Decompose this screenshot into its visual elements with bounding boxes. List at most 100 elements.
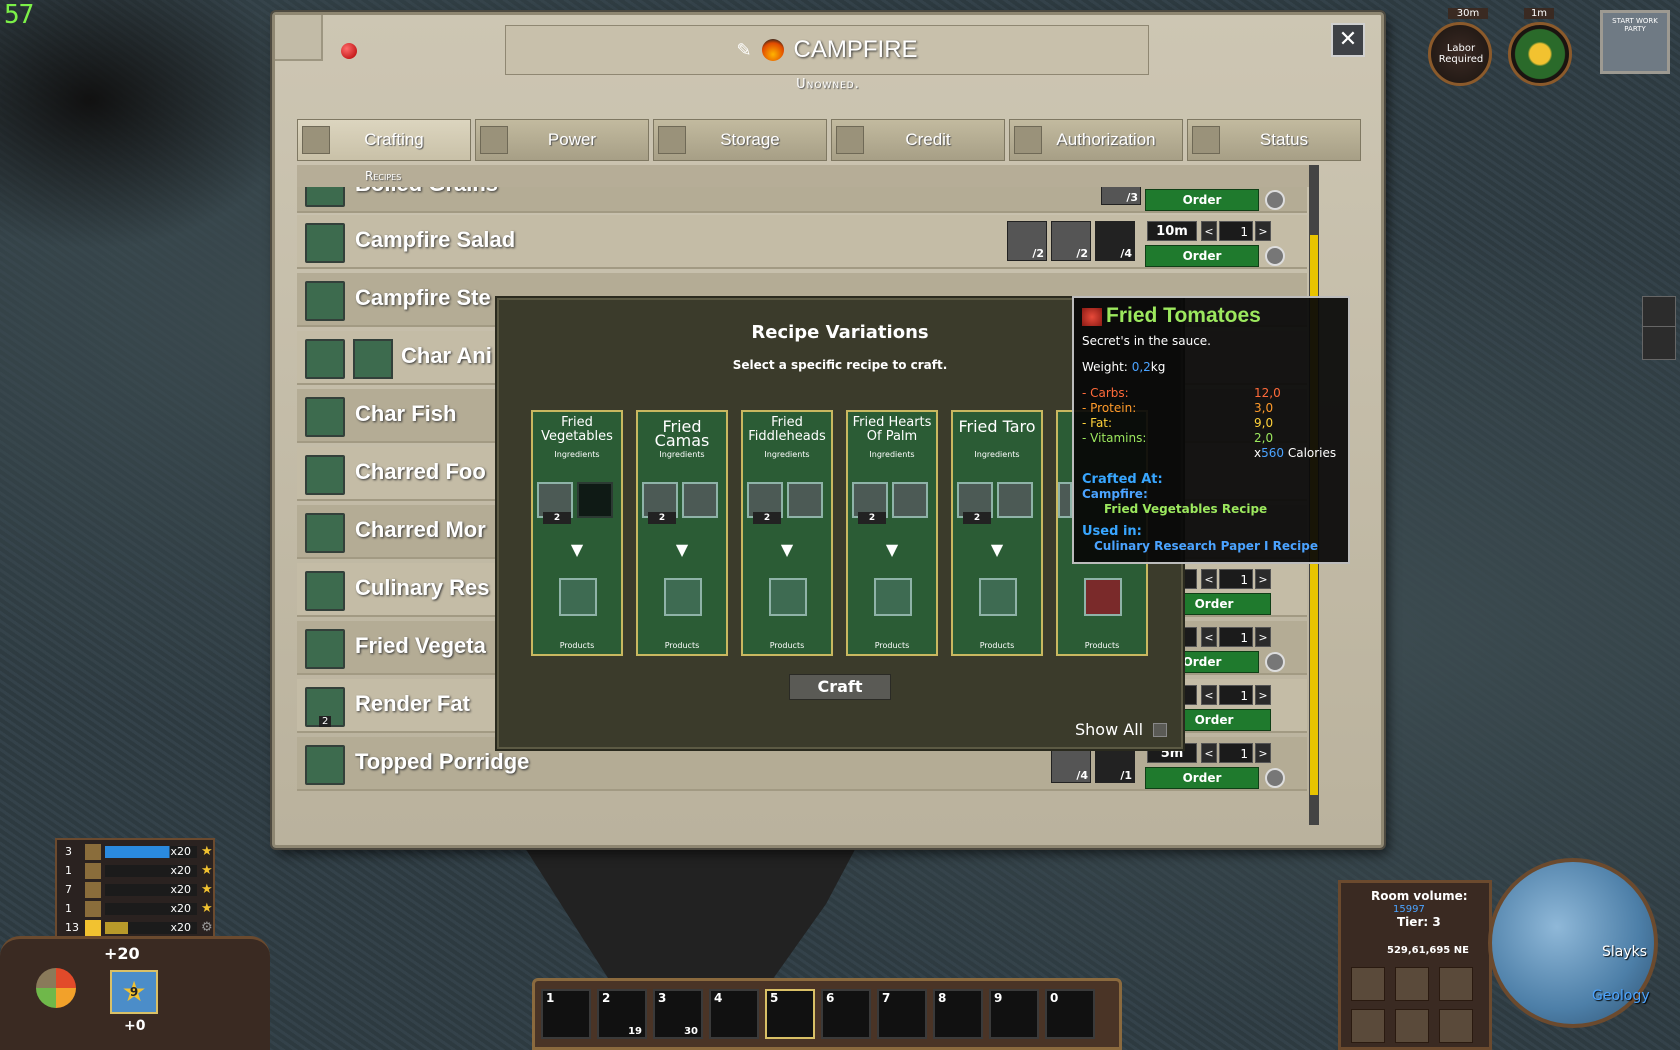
ingredient-slot[interactable] [577,482,613,518]
increase-button[interactable]: > [1255,221,1271,241]
quantity-field[interactable]: 1 [1219,221,1253,241]
increase-button[interactable]: > [1255,685,1271,705]
calories-row: x560 Calories [1254,446,1337,460]
skill-row[interactable]: 7 x20 ★ [61,882,213,898]
crafted-recipe[interactable]: Fried Vegetables Recipe [1104,502,1267,516]
quantity-field[interactable]: 1 [1219,743,1253,763]
hotbar-slot-gear[interactable]: 4 [709,989,759,1039]
crafted-station[interactable]: Campfire: [1082,487,1148,501]
hotbar-slot-figure[interactable]: 9 [989,989,1039,1039]
ingredient-count: 2 [753,512,781,524]
gear-icon[interactable] [1265,768,1285,788]
window-title: CAMPFIRE [793,36,918,63]
used-in-item[interactable]: Culinary Research Paper I Recipe [1094,539,1318,553]
law-icon[interactable] [1351,967,1385,1001]
decrease-button[interactable]: < [1201,627,1217,647]
gear-icon[interactable] [1265,246,1285,266]
people-icon[interactable] [1439,967,1473,1001]
craft-button[interactable]: Craft [789,674,891,700]
ingredient-slot[interactable]: /2 [1051,221,1091,261]
increase-button[interactable]: > [1255,627,1271,647]
culinary-icon[interactable] [1508,22,1572,86]
variation-card[interactable]: Fried Camas Ingredients 2 ▼ Products [636,410,728,656]
tab-crafting[interactable]: Crafting [297,119,471,161]
variation-card[interactable]: Fried Vegetables Ingredients 2 ▼ Product… [531,410,623,656]
quantity-field[interactable]: 1 [1219,627,1253,647]
skill-row[interactable]: 13 x20 ⚙ [61,920,213,936]
tab-credit[interactable]: Credit [831,119,1005,161]
variation-card[interactable]: Fried Taro Ingredients 2 ▼ Products [951,410,1043,656]
ingredient-slot[interactable] [1058,482,1072,518]
hotbar-slot[interactable]: 8 [933,989,983,1039]
room-info-panel: Room volume: 15997 Tier: 3 529,61,695 NE [1338,880,1492,1050]
quantity-field[interactable]: 1 [1219,569,1253,589]
hotbar-slot-paper[interactable]: 2 19 [597,989,647,1039]
decrease-button[interactable]: < [1201,743,1217,763]
products-label: Products [874,641,910,650]
close-button[interactable]: ✕ [1331,23,1365,57]
recipes-header: Recipes [297,165,1317,187]
nutrition-pie-icon[interactable] [36,968,76,1008]
ingredient-slot[interactable] [682,482,718,518]
increase-button[interactable]: > [1255,743,1271,763]
minimap[interactable]: Slayks Geology [1488,858,1658,1028]
gear-icon[interactable]: ⚙ [201,920,213,935]
ingredient-slot[interactable]: /3 [1101,187,1141,205]
ingredient-slot[interactable]: /4 [1095,221,1135,261]
tab-storage[interactable]: Storage [653,119,827,161]
arrow-down-icon: ▼ [990,540,1004,559]
ingredient-slot[interactable]: /1 [1095,743,1135,783]
recipe-row[interactable]: Campfire Salad /2 /2 /4 10m < 1 > Order [297,215,1307,269]
increase-button[interactable]: > [1255,569,1271,589]
tab-power[interactable]: Power [475,119,649,161]
tab-authorization[interactable]: Authorization [1009,119,1183,161]
product-slot[interactable] [874,578,912,616]
ingredient-slot[interactable] [892,482,928,518]
ingredient-count: 2 [648,512,676,524]
hotbar-slot-boards[interactable]: 3 30 [653,989,703,1039]
labor-button[interactable]: Labor Required [1428,22,1492,86]
backpack-icon[interactable] [1351,1009,1385,1043]
skill-row[interactable]: 3 x20 ★ [61,844,213,860]
ingredient-slot[interactable] [997,482,1033,518]
start-work-party-button[interactable]: START WORK PARTY [1600,10,1670,74]
decrease-button[interactable]: < [1201,685,1217,705]
show-all-checkbox[interactable] [1153,723,1167,737]
specialty-star-button[interactable]: ★ 9 [110,970,158,1014]
skill-row[interactable]: 1 x20 ★ [61,901,213,917]
hotbar-slot[interactable]: 7 [877,989,927,1039]
hotbar-slot-hammer[interactable]: 1 [541,989,591,1039]
chat-icon[interactable] [1395,967,1429,1001]
hotbar-slot[interactable]: 6 [821,989,871,1039]
title-bar[interactable]: ✎ CAMPFIRE [505,25,1149,75]
recipe-name: Charred Foo [355,459,486,484]
product-slot[interactable] [1084,578,1122,616]
map-icon[interactable] [1439,1009,1473,1043]
product-slot[interactable] [664,578,702,616]
product-slot[interactable] [769,578,807,616]
quantity-field[interactable]: 1 [1219,685,1253,705]
pencil-icon[interactable]: ✎ [736,40,751,61]
ingredient-slot[interactable]: /4 [1051,743,1091,783]
variation-card[interactable]: Fried Hearts Of Palm Ingredients 2 ▼ Pro… [846,410,938,656]
document-icon[interactable] [1642,326,1676,360]
ingredient-slot[interactable]: /2 [1007,221,1047,261]
recipe-row[interactable]: Boiled Grains /3 Order [297,187,1307,213]
tab-status[interactable]: Status [1187,119,1361,161]
order-button[interactable]: Order [1145,189,1259,211]
hotbar-slot-seeds[interactable]: 0 [1045,989,1095,1039]
variation-card[interactable]: Fried Fiddleheads Ingredients 2 ▼ Produc… [741,410,833,656]
gear-icon[interactable] [1265,652,1285,672]
product-slot[interactable] [559,578,597,616]
hotbar-slot-selected[interactable]: 5 [765,989,815,1039]
skill-row[interactable]: 1 x20 ★ [61,863,213,879]
order-button[interactable]: Order [1145,245,1259,267]
product-slot[interactable] [979,578,1017,616]
decrease-button[interactable]: < [1201,221,1217,241]
ingredient-slot[interactable] [787,482,823,518]
bell-icon[interactable] [1642,296,1676,330]
decrease-button[interactable]: < [1201,569,1217,589]
cube-icon[interactable] [1395,1009,1429,1043]
order-button[interactable]: Order [1145,767,1259,789]
gear-icon[interactable] [1265,190,1285,210]
